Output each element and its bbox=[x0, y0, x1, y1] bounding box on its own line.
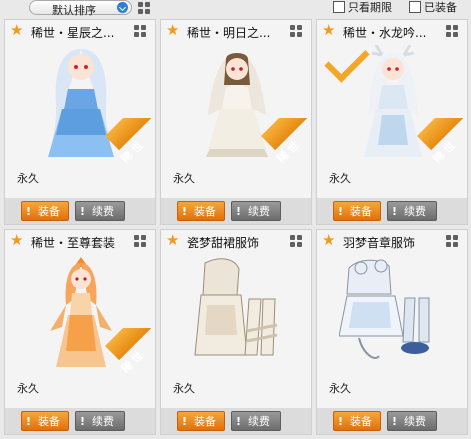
exclamation-icon: ! bbox=[338, 205, 344, 218]
checkbox-box[interactable] bbox=[333, 1, 345, 13]
equip-label: 装备 bbox=[194, 415, 216, 428]
renew-label: 续费 bbox=[92, 205, 114, 218]
grid-icon[interactable] bbox=[446, 25, 459, 38]
renew-label: 续费 bbox=[248, 205, 270, 218]
renew-label: 续费 bbox=[248, 415, 270, 428]
equipped-label: 已装备 bbox=[424, 1, 457, 14]
star-icon: ★ bbox=[166, 231, 180, 249]
exclamation-icon: ! bbox=[80, 415, 86, 428]
item-duration: 永久 bbox=[17, 382, 39, 395]
item-card[interactable]: ★ 稀世・至尊套装 稀世 永久 ! 装备 ! 续费 bbox=[4, 229, 156, 435]
item-card[interactable]: ★ 瓷梦甜裙服饰 永久 ! 装备 ! 续费 bbox=[160, 229, 312, 435]
equip-label: 装备 bbox=[350, 415, 372, 428]
item-title: 稀世・水龙吟... bbox=[343, 26, 427, 40]
checkbox-box[interactable] bbox=[409, 1, 421, 13]
item-duration: 永久 bbox=[17, 172, 39, 185]
item-duration: 永久 bbox=[329, 172, 351, 185]
item-title: 瓷梦甜裙服饰 bbox=[187, 236, 260, 250]
equip-label: 装备 bbox=[38, 205, 60, 218]
star-icon: ★ bbox=[322, 21, 336, 39]
exclamation-icon: ! bbox=[236, 415, 242, 428]
item-actions: ! 装备 ! 续费 bbox=[317, 198, 467, 224]
exclamation-icon: ! bbox=[26, 415, 32, 428]
exclamation-icon: ! bbox=[392, 205, 398, 218]
item-title: 羽梦音章服饰 bbox=[343, 236, 416, 250]
rare-badge: 稀世 bbox=[101, 328, 155, 384]
outfit-image bbox=[339, 259, 430, 359]
exclamation-icon: ! bbox=[236, 205, 242, 218]
equip-button[interactable]: ! 装备 bbox=[177, 411, 225, 431]
toolbar: 默认排序 只看期限 已装备 bbox=[0, 0, 471, 17]
equip-button[interactable]: ! 装备 bbox=[333, 411, 381, 431]
only-expiring-label: 只看期限 bbox=[348, 1, 392, 14]
renew-button[interactable]: ! 续费 bbox=[231, 411, 281, 431]
equip-button[interactable]: ! 装备 bbox=[333, 201, 381, 221]
sort-dropdown[interactable]: 默认排序 bbox=[29, 0, 132, 17]
exclamation-icon: ! bbox=[182, 415, 188, 428]
exclamation-icon: ! bbox=[26, 205, 32, 218]
item-actions: ! 装备 ! 续费 bbox=[161, 408, 311, 434]
rare-badge: 稀世 bbox=[101, 118, 155, 174]
item-card[interactable]: ★ 稀世・明日之... 稀世 永久 ! 装备 ! 续费 bbox=[160, 19, 312, 225]
renew-button[interactable]: ! 续费 bbox=[387, 411, 437, 431]
item-card[interactable]: ★ 稀世・水龙吟... 稀世 永久 ! 装备 ! 续费 bbox=[316, 19, 468, 225]
equipped-checkbox[interactable]: 已装备 bbox=[409, 1, 457, 15]
renew-label: 续费 bbox=[404, 415, 426, 428]
star-icon: ★ bbox=[322, 231, 336, 249]
item-title: 稀世・至尊套装 bbox=[31, 236, 116, 250]
item-title: 稀世・星辰之... bbox=[31, 26, 115, 40]
renew-label: 续费 bbox=[404, 205, 426, 218]
exclamation-icon: ! bbox=[80, 205, 86, 218]
item-card[interactable]: ★ 稀世・星辰之... 稀世 永久 ! 装备 ! 续费 bbox=[4, 19, 156, 225]
equip-label: 装备 bbox=[38, 415, 60, 428]
equip-label: 装备 bbox=[350, 205, 372, 218]
outfit-image bbox=[194, 258, 278, 356]
item-duration: 永久 bbox=[173, 382, 195, 395]
rare-badge: 稀世 bbox=[413, 118, 467, 174]
item-card[interactable]: ★ 羽梦音章服饰 永久 ! 装备 ! 续费 bbox=[316, 229, 468, 435]
equip-button[interactable]: ! 装备 bbox=[21, 411, 69, 431]
renew-button[interactable]: ! 续费 bbox=[75, 411, 125, 431]
item-actions: ! 装备 ! 续费 bbox=[161, 198, 311, 224]
item-duration: 永久 bbox=[173, 172, 195, 185]
renew-button[interactable]: ! 续费 bbox=[387, 201, 437, 221]
exclamation-icon: ! bbox=[392, 415, 398, 428]
equip-label: 装备 bbox=[194, 205, 216, 218]
item-actions: ! 装备 ! 续费 bbox=[5, 408, 155, 434]
equip-button[interactable]: ! 装备 bbox=[21, 201, 69, 221]
star-icon: ★ bbox=[166, 21, 180, 39]
renew-button[interactable]: ! 续费 bbox=[75, 201, 125, 221]
item-actions: ! 装备 ! 续费 bbox=[5, 198, 155, 224]
equip-button[interactable]: ! 装备 bbox=[177, 201, 225, 221]
chevron-down-icon[interactable] bbox=[117, 2, 128, 13]
item-title: 稀世・明日之... bbox=[187, 26, 271, 40]
grid-icon[interactable] bbox=[290, 25, 303, 38]
grid-view-icon[interactable] bbox=[138, 2, 151, 15]
star-icon: ★ bbox=[10, 21, 24, 39]
star-icon: ★ bbox=[10, 231, 24, 249]
sort-label: 默认排序 bbox=[52, 4, 96, 17]
grid-icon[interactable] bbox=[134, 235, 147, 248]
rare-badge: 稀世 bbox=[257, 118, 311, 174]
item-duration: 永久 bbox=[329, 382, 351, 395]
grid-icon[interactable] bbox=[446, 235, 459, 248]
exclamation-icon: ! bbox=[182, 205, 188, 218]
renew-label: 续费 bbox=[92, 415, 114, 428]
grid-icon[interactable] bbox=[134, 25, 147, 38]
grid-icon[interactable] bbox=[290, 235, 303, 248]
exclamation-icon: ! bbox=[338, 415, 344, 428]
only-expiring-checkbox[interactable]: 只看期限 bbox=[333, 1, 392, 15]
item-actions: ! 装备 ! 续费 bbox=[317, 408, 467, 434]
renew-button[interactable]: ! 续费 bbox=[231, 201, 281, 221]
